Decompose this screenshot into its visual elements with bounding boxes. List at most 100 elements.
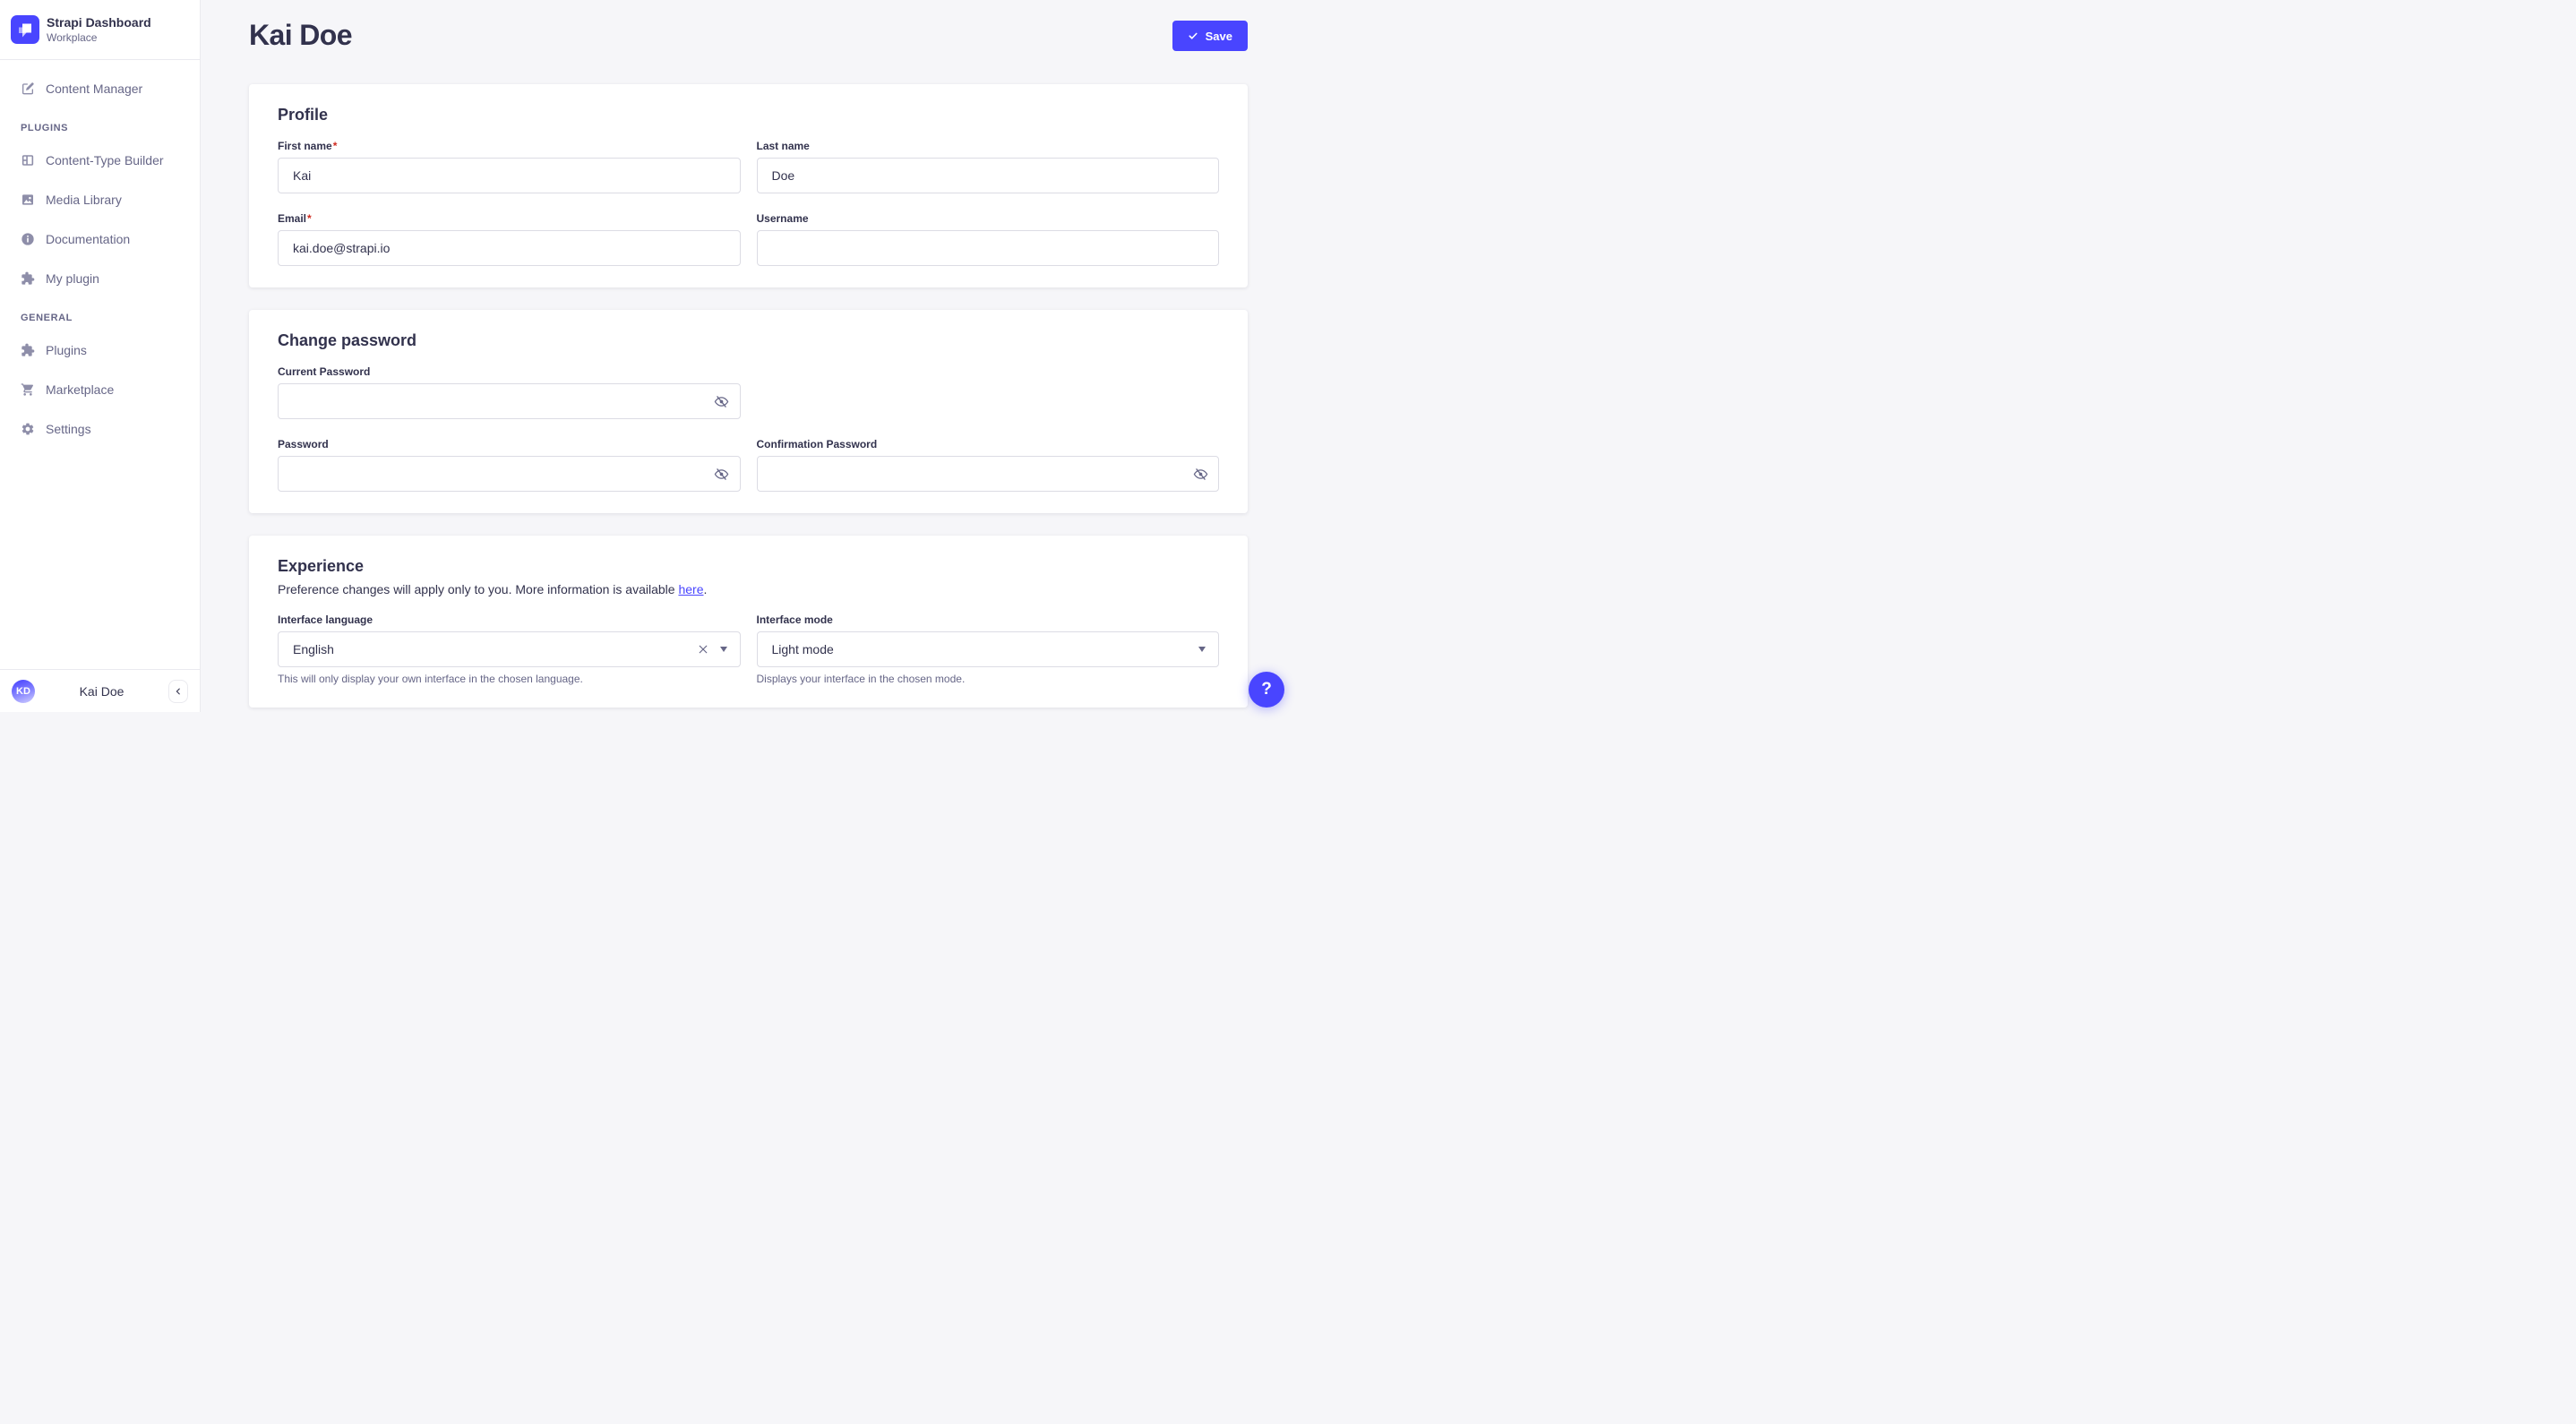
sidebar-user-footer: KD Kai Doe [0, 669, 200, 712]
label-text: Interface language [278, 613, 374, 626]
label-text: Username [756, 212, 809, 225]
page-header: Kai Doe Save [249, 0, 1248, 52]
edit-icon [22, 82, 34, 95]
confirmation-password-label: Confirmation Password [757, 437, 1220, 451]
puzzle-icon [21, 343, 35, 356]
username-input[interactable] [756, 230, 1219, 266]
confirmation-password-input-wrap [756, 456, 1219, 492]
sidebar-item-label: Content Manager [46, 81, 143, 96]
sidebar-collapse-button[interactable] [168, 679, 188, 703]
cart-icon [21, 383, 34, 396]
sidebar-section-plugins: PLUGINS [21, 123, 69, 133]
field-new-password: Password [278, 437, 741, 492]
image-icon [22, 194, 33, 205]
current-password-label: Current Password [278, 365, 741, 379]
email-input[interactable] [278, 230, 741, 266]
toggle-password-visibility-button[interactable] [713, 465, 731, 483]
workspace-title: Strapi Dashboard [47, 14, 151, 30]
sidebar-item-settings[interactable]: Settings [11, 413, 189, 445]
required-marker: * [307, 212, 312, 225]
sidebar-item-label: Plugins [46, 343, 87, 357]
interface-language-hint: This will only display your own interfac… [278, 673, 583, 685]
spacer-cell [757, 365, 1220, 419]
change-password-card: Change password Current Password Passwor… [249, 310, 1248, 513]
field-interface-mode: Interface mode Light mode Displays your … [756, 613, 1220, 686]
sidebar-item-media-library[interactable]: Media Library [11, 184, 189, 216]
label-text: Current Password [278, 365, 371, 378]
field-email: Email * [278, 211, 741, 266]
current-password-input[interactable] [278, 383, 741, 419]
sidebar-item-plugins[interactable]: Plugins [11, 334, 189, 366]
sidebar-item-marketplace[interactable]: Marketplace [11, 373, 189, 406]
workspace-brand: Strapi Dashboard Workplace [0, 0, 200, 60]
sidebar-item-my-plugin[interactable]: My plugin [11, 262, 189, 295]
label-text: Password [278, 438, 329, 450]
layout-icon [21, 155, 34, 166]
password-label: Password [278, 437, 741, 451]
last-name-label: Last name [757, 139, 1220, 153]
eye-off-icon [714, 468, 729, 480]
interface-mode-label: Interface mode [757, 613, 1220, 627]
sidebar-item-label: Content-Type Builder [46, 153, 164, 167]
avatar[interactable]: KD [12, 679, 35, 703]
profile-card-title: Profile [278, 106, 329, 124]
sidebar-section-general: GENERAL [21, 313, 73, 323]
field-last-name: Last name [756, 139, 1220, 193]
brand-text: Strapi Dashboard Workplace [47, 15, 151, 45]
confirmation-password-input[interactable] [756, 456, 1219, 492]
field-current-password: Current Password [278, 365, 741, 419]
experience-fields-grid: Interface language English This will onl… [278, 613, 1219, 686]
label-text: Email [278, 212, 307, 225]
eye-off-icon [714, 395, 729, 407]
label-text: Interface mode [756, 613, 833, 626]
eye-off-icon [1193, 468, 1207, 480]
experience-card-title: Experience [278, 557, 365, 575]
interface-mode-value: Light mode [771, 642, 834, 656]
label-text: Last name [756, 140, 810, 152]
cards-container: Profile First name* Last name [249, 84, 1248, 708]
help-button[interactable]: ? [1249, 672, 1284, 708]
interface-mode-select[interactable]: Light mode [756, 631, 1219, 667]
sidebar-item-label: Settings [46, 422, 91, 436]
description-suffix: . [703, 582, 708, 596]
info-icon [21, 233, 34, 245]
chevron-down-icon[interactable] [1198, 647, 1206, 652]
sidebar-item-content-type-builder[interactable]: Content-Type Builder [11, 144, 189, 176]
sidebar-item-label: Media Library [46, 193, 122, 207]
interface-language-value: English [293, 642, 334, 656]
clear-icon[interactable] [698, 644, 708, 655]
check-icon [1189, 32, 1198, 39]
sidebar-item-label: Documentation [46, 232, 131, 246]
username-label: Username [757, 211, 1220, 226]
sidebar-item-content-manager[interactable]: Content Manager [11, 73, 189, 105]
interface-language-select[interactable]: English [278, 631, 741, 667]
label-text: Confirmation Password [756, 438, 878, 450]
strapi-logo-icon [11, 15, 39, 44]
select-icons [698, 644, 727, 655]
more-information-link[interactable]: here [678, 582, 703, 596]
page-title: Kai Doe [249, 19, 353, 51]
sidebar-item-documentation[interactable]: Documentation [11, 223, 189, 255]
description-text: Preference changes will apply only to yo… [278, 582, 679, 596]
toggle-confirmation-password-visibility-button[interactable] [1191, 465, 1209, 483]
first-name-input[interactable] [278, 158, 741, 193]
required-marker: * [332, 140, 338, 152]
first-name-label: First name * [278, 139, 741, 153]
change-password-card-title: Change password [278, 331, 417, 349]
field-interface-language: Interface language English This will onl… [278, 613, 741, 686]
experience-description: Preference changes will apply only to yo… [278, 581, 1219, 598]
gear-icon [21, 423, 34, 435]
last-name-input[interactable] [756, 158, 1219, 193]
password-input[interactable] [278, 456, 741, 492]
sidebar-user-name[interactable]: Kai Doe [35, 684, 168, 699]
save-button[interactable]: Save [1172, 21, 1248, 51]
save-button-label: Save [1205, 29, 1232, 43]
toggle-current-password-visibility-button[interactable] [713, 392, 731, 410]
email-label: Email * [278, 211, 741, 226]
chevron-left-icon [176, 688, 180, 694]
profile-fields-grid: First name* Last name Email* [278, 139, 1219, 266]
profile-card: Profile First name* Last name [249, 84, 1248, 287]
sidebar-item-label: Marketplace [46, 382, 115, 397]
select-icons [1198, 647, 1206, 652]
chevron-down-icon[interactable] [719, 647, 727, 652]
